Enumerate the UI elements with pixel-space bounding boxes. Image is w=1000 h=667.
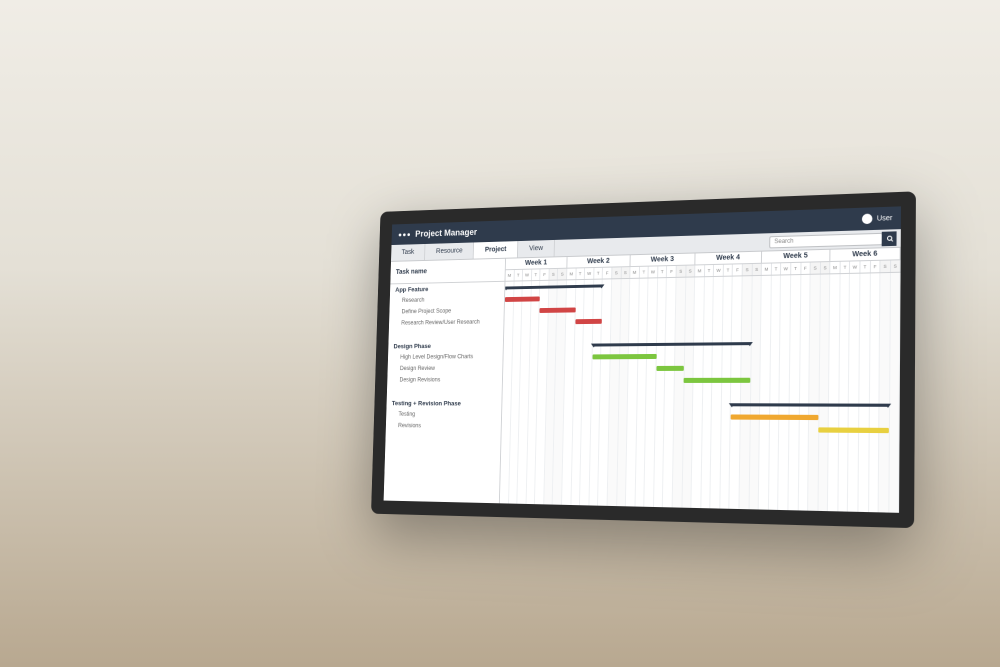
day-header: M bbox=[695, 265, 705, 276]
task-row-group[interactable]: Design Phase bbox=[388, 340, 503, 353]
bar-row bbox=[503, 373, 900, 386]
bar-row bbox=[502, 386, 899, 399]
day-header: S bbox=[612, 267, 621, 278]
day-header: T bbox=[860, 261, 870, 273]
tab-view[interactable]: View bbox=[518, 240, 555, 257]
day-header: T bbox=[840, 262, 850, 274]
week-header: Week 3 bbox=[630, 253, 695, 266]
task-row[interactable]: Design Review bbox=[387, 363, 502, 375]
week-header: Week 5 bbox=[762, 250, 831, 263]
week-header: Week 2 bbox=[567, 255, 630, 267]
gantt-bars bbox=[502, 273, 901, 437]
task-row[interactable]: Revisions bbox=[386, 420, 501, 432]
day-header: S bbox=[811, 262, 821, 273]
day-header: S bbox=[549, 269, 558, 280]
gantt-task-bar[interactable] bbox=[505, 296, 540, 302]
day-header: W bbox=[781, 263, 791, 274]
task-name-column: Task name App FeatureResearchDefine Proj… bbox=[384, 259, 506, 504]
gantt-task-bar[interactable] bbox=[592, 353, 656, 358]
window-controls[interactable] bbox=[399, 233, 410, 236]
task-row[interactable]: High Level Design/Flow Charts bbox=[388, 351, 503, 363]
day-header: M bbox=[567, 268, 576, 279]
app-screen: Project Manager User TaskResourceProject… bbox=[371, 191, 916, 528]
day-header: T bbox=[791, 263, 801, 274]
day-header: T bbox=[576, 268, 585, 279]
day-header: F bbox=[667, 266, 676, 277]
day-header: S bbox=[743, 264, 753, 275]
day-header: T bbox=[594, 268, 603, 279]
timeline: Week 1Week 2Week 3Week 4Week 5Week 6 MTW… bbox=[500, 248, 901, 513]
day-header: M bbox=[762, 264, 772, 275]
day-header: F bbox=[870, 261, 880, 273]
gantt-task-bar[interactable] bbox=[684, 377, 751, 382]
week-header: Week 4 bbox=[695, 252, 762, 265]
day-header: S bbox=[621, 267, 630, 278]
day-header: S bbox=[881, 261, 891, 273]
day-header: S bbox=[677, 266, 687, 277]
day-header: S bbox=[891, 260, 901, 272]
tab-project[interactable]: Project bbox=[474, 241, 518, 259]
search-button[interactable] bbox=[882, 231, 897, 246]
day-header: W bbox=[523, 270, 532, 281]
app-title: Project Manager bbox=[415, 227, 477, 239]
user-menu[interactable]: User bbox=[862, 213, 892, 224]
task-row[interactable]: Design Revisions bbox=[387, 374, 502, 386]
gantt-summary-bar[interactable] bbox=[505, 284, 603, 289]
gantt-task-bar[interactable] bbox=[575, 318, 602, 323]
gantt-chart: Task name App FeatureResearchDefine Proj… bbox=[384, 248, 901, 513]
search-input[interactable]: Search bbox=[769, 232, 883, 248]
day-header: S bbox=[558, 269, 567, 280]
day-header: M bbox=[630, 267, 639, 278]
day-header: S bbox=[752, 264, 762, 275]
gantt-task-bar[interactable] bbox=[819, 427, 890, 433]
gantt-summary-bar[interactable] bbox=[731, 403, 889, 407]
day-header: T bbox=[532, 269, 541, 280]
day-header: W bbox=[714, 265, 724, 276]
day-header: T bbox=[705, 265, 715, 276]
day-header: T bbox=[514, 270, 523, 281]
day-header: T bbox=[658, 266, 667, 277]
day-header: F bbox=[733, 264, 743, 275]
user-avatar-icon bbox=[862, 214, 873, 225]
week-header: Week 6 bbox=[830, 248, 900, 261]
gantt-task-bar[interactable] bbox=[656, 365, 684, 370]
day-header: M bbox=[830, 262, 840, 274]
week-header: Week 1 bbox=[506, 257, 568, 269]
gantt-task-bar[interactable] bbox=[731, 414, 819, 420]
search-icon bbox=[886, 236, 891, 241]
gantt-task-bar[interactable] bbox=[540, 307, 576, 312]
task-row-group[interactable]: Testing + Revision Phase bbox=[386, 398, 501, 410]
task-column-header: Task name bbox=[390, 259, 505, 285]
day-header: F bbox=[540, 269, 549, 280]
day-header: M bbox=[505, 270, 514, 281]
day-header: W bbox=[585, 268, 594, 279]
day-header: W bbox=[649, 266, 658, 277]
day-header: W bbox=[850, 261, 860, 273]
tab-resource[interactable]: Resource bbox=[425, 242, 474, 260]
user-label: User bbox=[877, 214, 893, 222]
day-header: S bbox=[821, 262, 831, 274]
task-row[interactable] bbox=[387, 386, 502, 398]
tab-task[interactable]: Task bbox=[391, 244, 426, 261]
day-header: F bbox=[603, 268, 612, 279]
day-header: T bbox=[772, 263, 782, 274]
day-header: S bbox=[686, 265, 696, 276]
laptop: Project Manager User TaskResourceProject… bbox=[369, 191, 916, 592]
gantt-summary-bar[interactable] bbox=[592, 342, 751, 346]
day-header: F bbox=[801, 263, 811, 274]
day-header: T bbox=[640, 267, 649, 278]
task-row[interactable]: Testing bbox=[386, 409, 501, 421]
search-placeholder: Search bbox=[774, 238, 793, 245]
day-header: T bbox=[724, 264, 734, 275]
